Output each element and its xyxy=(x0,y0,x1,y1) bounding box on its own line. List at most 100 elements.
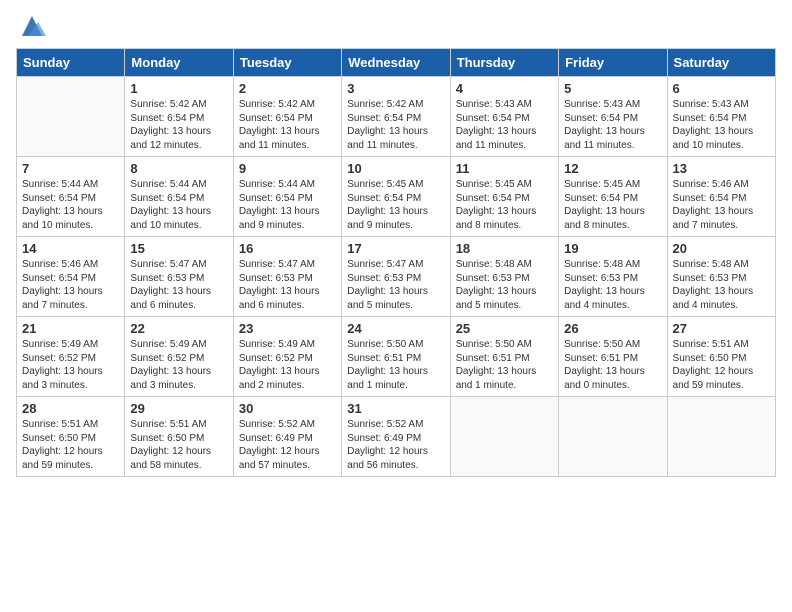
day-number: 22 xyxy=(130,321,227,336)
day-info: Sunrise: 5:52 AM Sunset: 6:49 PM Dayligh… xyxy=(347,418,444,472)
calendar-cell: 5 Sunrise: 5:43 AM Sunset: 6:54 PM Daylig… xyxy=(559,77,667,157)
day-info: Sunrise: 5:47 AM Sunset: 6:53 PM Dayligh… xyxy=(239,258,336,312)
calendar-cell: 1Sunrise: 5:42 AM Sunset: 6:54 PM Daylig… xyxy=(125,77,233,157)
page-header xyxy=(16,16,776,40)
day-info: Sunrise: 5:45 AM Sunset: 6:54 PM Dayligh… xyxy=(456,178,553,232)
day-info: Sunrise: 5:47 AM Sunset: 6:53 PM Dayligh… xyxy=(130,258,227,312)
calendar-cell: 2 Sunrise: 5:42 AM Sunset: 6:54 PM Daylig… xyxy=(233,77,341,157)
day-number: 30 xyxy=(239,401,336,416)
day-number: 23 xyxy=(239,321,336,336)
day-number: 29 xyxy=(130,401,227,416)
day-number: 5 xyxy=(564,81,661,96)
day-number: 28 xyxy=(22,401,119,416)
day-number: 2 xyxy=(239,81,336,96)
day-number: 4 xyxy=(456,81,553,96)
calendar-week-row: 1Sunrise: 5:42 AM Sunset: 6:54 PM Daylig… xyxy=(17,77,776,157)
day-info: Sunrise: 5:50 AM Sunset: 6:51 PM Dayligh… xyxy=(456,338,553,392)
day-info: Sunrise: 5:50 AM Sunset: 6:51 PM Dayligh… xyxy=(347,338,444,392)
day-number: 20 xyxy=(673,241,770,256)
column-header-friday: Friday xyxy=(559,49,667,77)
day-info: Sunrise: 5:49 AM Sunset: 6:52 PM Dayligh… xyxy=(130,338,227,392)
column-header-sunday: Sunday xyxy=(17,49,125,77)
calendar-cell xyxy=(17,77,125,157)
calendar-cell: 19 Sunrise: 5:48 AM Sunset: 6:53 PM Dayli… xyxy=(559,237,667,317)
calendar-cell: 16 Sunrise: 5:47 AM Sunset: 6:53 PM Dayli… xyxy=(233,237,341,317)
column-header-wednesday: Wednesday xyxy=(342,49,450,77)
calendar-cell: 12 Sunrise: 5:45 AM Sunset: 6:54 PM Dayli… xyxy=(559,157,667,237)
calendar-cell: 8Sunrise: 5:44 AM Sunset: 6:54 PM Daylig… xyxy=(125,157,233,237)
day-number: 11 xyxy=(456,161,553,176)
day-number: 7 xyxy=(22,161,119,176)
calendar-cell: 25 Sunrise: 5:50 AM Sunset: 6:51 PM Dayli… xyxy=(450,317,558,397)
day-number: 25 xyxy=(456,321,553,336)
day-info: Sunrise: 5:43 AM Sunset: 6:54 PM Dayligh… xyxy=(456,98,553,152)
day-info: Sunrise: 5:48 AM Sunset: 6:53 PM Dayligh… xyxy=(564,258,661,312)
day-info: Sunrise: 5:43 AM Sunset: 6:54 PM Dayligh… xyxy=(673,98,770,152)
day-number: 24 xyxy=(347,321,444,336)
calendar-week-row: 7 Sunrise: 5:44 AM Sunset: 6:54 PM Daylig… xyxy=(17,157,776,237)
calendar-cell: 10 Sunrise: 5:45 AM Sunset: 6:54 PM Dayli… xyxy=(342,157,450,237)
day-info: Sunrise: 5:45 AM Sunset: 6:54 PM Dayligh… xyxy=(347,178,444,232)
day-info: Sunrise: 5:43 AM Sunset: 6:54 PM Dayligh… xyxy=(564,98,661,152)
day-number: 15 xyxy=(130,241,227,256)
day-number: 3 xyxy=(347,81,444,96)
calendar-cell: 20Sunrise: 5:48 AM Sunset: 6:53 PM Dayli… xyxy=(667,237,775,317)
day-number: 14 xyxy=(22,241,119,256)
calendar-cell: 27Sunrise: 5:51 AM Sunset: 6:50 PM Dayli… xyxy=(667,317,775,397)
calendar-cell: 3 Sunrise: 5:42 AM Sunset: 6:54 PM Daylig… xyxy=(342,77,450,157)
day-number: 12 xyxy=(564,161,661,176)
day-number: 13 xyxy=(673,161,770,176)
day-info: Sunrise: 5:46 AM Sunset: 6:54 PM Dayligh… xyxy=(673,178,770,232)
day-info: Sunrise: 5:45 AM Sunset: 6:54 PM Dayligh… xyxy=(564,178,661,232)
logo xyxy=(16,16,46,40)
day-info: Sunrise: 5:48 AM Sunset: 6:53 PM Dayligh… xyxy=(456,258,553,312)
day-info: Sunrise: 5:44 AM Sunset: 6:54 PM Dayligh… xyxy=(239,178,336,232)
calendar-header-row: SundayMondayTuesdayWednesdayThursdayFrid… xyxy=(17,49,776,77)
day-info: Sunrise: 5:44 AM Sunset: 6:54 PM Dayligh… xyxy=(130,178,227,232)
day-number: 26 xyxy=(564,321,661,336)
day-info: Sunrise: 5:51 AM Sunset: 6:50 PM Dayligh… xyxy=(22,418,119,472)
day-number: 10 xyxy=(347,161,444,176)
calendar-cell: 26 Sunrise: 5:50 AM Sunset: 6:51 PM Dayli… xyxy=(559,317,667,397)
calendar-cell: 24 Sunrise: 5:50 AM Sunset: 6:51 PM Dayli… xyxy=(342,317,450,397)
day-number: 19 xyxy=(564,241,661,256)
calendar-week-row: 28 Sunrise: 5:51 AM Sunset: 6:50 PM Dayli… xyxy=(17,397,776,477)
calendar-cell: 28 Sunrise: 5:51 AM Sunset: 6:50 PM Dayli… xyxy=(17,397,125,477)
logo-icon xyxy=(18,12,46,40)
calendar-week-row: 14 Sunrise: 5:46 AM Sunset: 6:54 PM Dayli… xyxy=(17,237,776,317)
calendar-cell xyxy=(667,397,775,477)
day-info: Sunrise: 5:49 AM Sunset: 6:52 PM Dayligh… xyxy=(22,338,119,392)
day-info: Sunrise: 5:51 AM Sunset: 6:50 PM Dayligh… xyxy=(130,418,227,472)
calendar-cell: 7 Sunrise: 5:44 AM Sunset: 6:54 PM Daylig… xyxy=(17,157,125,237)
column-header-monday: Monday xyxy=(125,49,233,77)
day-number: 21 xyxy=(22,321,119,336)
day-info: Sunrise: 5:52 AM Sunset: 6:49 PM Dayligh… xyxy=(239,418,336,472)
calendar-table: SundayMondayTuesdayWednesdayThursdayFrid… xyxy=(16,48,776,477)
calendar-cell: 21 Sunrise: 5:49 AM Sunset: 6:52 PM Dayli… xyxy=(17,317,125,397)
column-header-thursday: Thursday xyxy=(450,49,558,77)
day-info: Sunrise: 5:49 AM Sunset: 6:52 PM Dayligh… xyxy=(239,338,336,392)
day-number: 16 xyxy=(239,241,336,256)
calendar-cell: 23 Sunrise: 5:49 AM Sunset: 6:52 PM Dayli… xyxy=(233,317,341,397)
calendar-cell: 15 Sunrise: 5:47 AM Sunset: 6:53 PM Dayli… xyxy=(125,237,233,317)
calendar-cell: 30 Sunrise: 5:52 AM Sunset: 6:49 PM Dayli… xyxy=(233,397,341,477)
day-number: 18 xyxy=(456,241,553,256)
calendar-cell: 29 Sunrise: 5:51 AM Sunset: 6:50 PM Dayli… xyxy=(125,397,233,477)
day-number: 27 xyxy=(673,321,770,336)
day-info: Sunrise: 5:46 AM Sunset: 6:54 PM Dayligh… xyxy=(22,258,119,312)
calendar-cell: 11 Sunrise: 5:45 AM Sunset: 6:54 PM Dayli… xyxy=(450,157,558,237)
day-number: 31 xyxy=(347,401,444,416)
calendar-cell: 14 Sunrise: 5:46 AM Sunset: 6:54 PM Dayli… xyxy=(17,237,125,317)
calendar-cell: 31 Sunrise: 5:52 AM Sunset: 6:49 PM Dayli… xyxy=(342,397,450,477)
day-info: Sunrise: 5:44 AM Sunset: 6:54 PM Dayligh… xyxy=(22,178,119,232)
day-number: 9 xyxy=(239,161,336,176)
calendar-week-row: 21 Sunrise: 5:49 AM Sunset: 6:52 PM Dayli… xyxy=(17,317,776,397)
day-info: Sunrise: 5:42 AM Sunset: 6:54 PM Dayligh… xyxy=(239,98,336,152)
calendar-cell xyxy=(559,397,667,477)
calendar-cell: 13 Sunrise: 5:46 AM Sunset: 6:54 PM Dayli… xyxy=(667,157,775,237)
day-info: Sunrise: 5:50 AM Sunset: 6:51 PM Dayligh… xyxy=(564,338,661,392)
calendar-cell: 9 Sunrise: 5:44 AM Sunset: 6:54 PM Daylig… xyxy=(233,157,341,237)
day-info: Sunrise: 5:47 AM Sunset: 6:53 PM Dayligh… xyxy=(347,258,444,312)
day-info: Sunrise: 5:42 AM Sunset: 6:54 PM Dayligh… xyxy=(347,98,444,152)
column-header-saturday: Saturday xyxy=(667,49,775,77)
